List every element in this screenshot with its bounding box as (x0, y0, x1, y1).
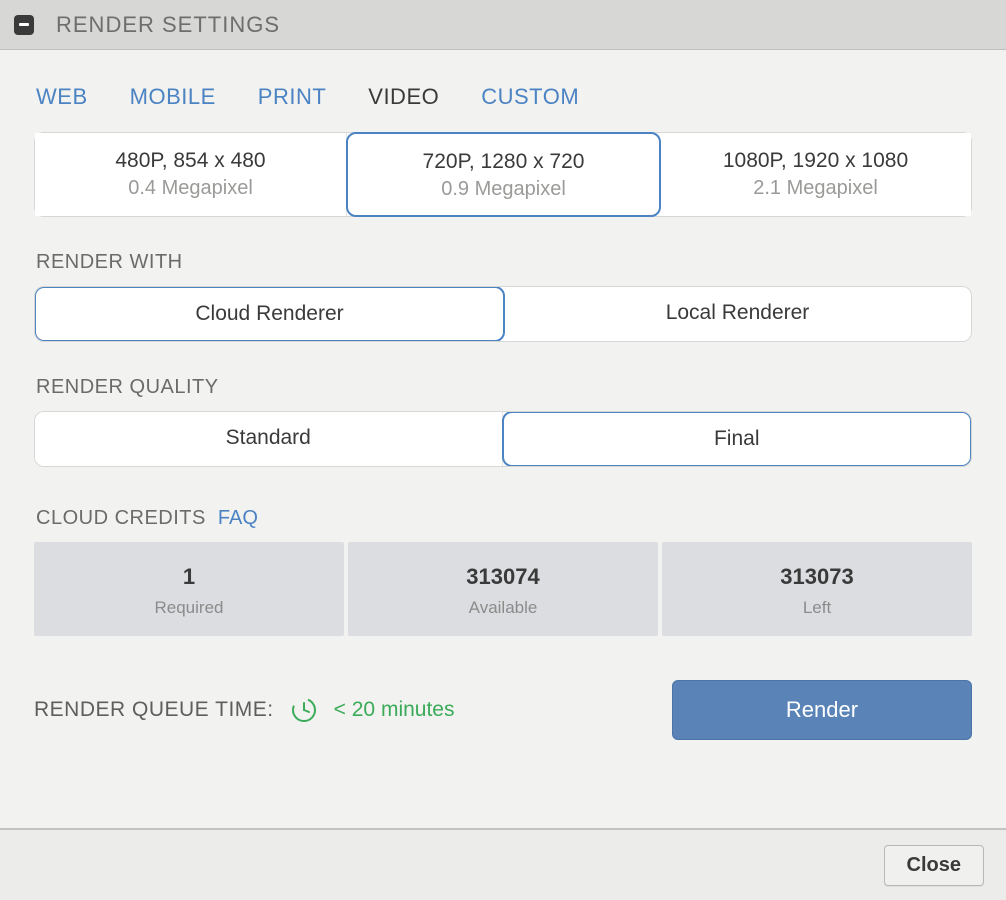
cloud-credits-header: CLOUD CREDITS FAQ (36, 507, 972, 530)
clock-icon (290, 696, 318, 724)
resolution-subtitle: 0.9 Megapixel (358, 178, 649, 201)
credits-available-caption: Available (348, 598, 658, 618)
faq-link[interactable]: FAQ (218, 507, 258, 530)
render-quality-group: Standard Final (34, 411, 972, 467)
credits-left-caption: Left (662, 598, 972, 618)
render-quality-heading: RENDER QUALITY (36, 376, 972, 399)
render-with-group: Cloud Renderer Local Renderer (34, 286, 972, 342)
render-settings-window: RENDER SETTINGS WEB MOBILE PRINT VIDEO C… (0, 0, 1006, 900)
tab-video[interactable]: VIDEO (368, 84, 439, 110)
credits-available-value: 313074 (348, 564, 658, 590)
credits-left-value: 313073 (662, 564, 972, 590)
resolution-title: 480P, 854 x 480 (45, 149, 336, 173)
quality-final-option[interactable]: Final (502, 411, 973, 467)
collapse-icon[interactable] (14, 15, 34, 35)
tab-web[interactable]: WEB (36, 84, 88, 110)
resolution-480p[interactable]: 480P, 854 x 480 0.4 Megapixel (35, 133, 347, 216)
cloud-credits-label: CLOUD CREDITS (36, 507, 206, 530)
credits-grid: 1 Required 313074 Available 313073 Left (34, 542, 972, 636)
resolution-title: 1080P, 1920 x 1080 (670, 149, 961, 173)
queue-time-value: < 20 minutes (334, 698, 455, 722)
window-title: RENDER SETTINGS (56, 12, 280, 38)
credits-left: 313073 Left (662, 542, 972, 636)
credits-required-caption: Required (34, 598, 344, 618)
credits-required: 1 Required (34, 542, 344, 636)
resolution-title: 720P, 1280 x 720 (358, 150, 649, 174)
quality-standard-option[interactable]: Standard (35, 412, 503, 466)
queue-row: RENDER QUEUE TIME: < 20 minutes Render (34, 680, 972, 740)
cloud-renderer-option[interactable]: Cloud Renderer (34, 286, 505, 342)
close-button[interactable]: Close (884, 845, 984, 886)
resolution-group: 480P, 854 x 480 0.4 Megapixel 720P, 1280… (34, 132, 972, 217)
render-button[interactable]: Render (672, 680, 972, 740)
titlebar: RENDER SETTINGS (0, 0, 1006, 50)
render-with-heading: RENDER WITH (36, 251, 972, 274)
panel-body: WEB MOBILE PRINT VIDEO CUSTOM 480P, 854 … (0, 50, 1006, 828)
tab-print[interactable]: PRINT (258, 84, 327, 110)
size-tabs: WEB MOBILE PRINT VIDEO CUSTOM (34, 84, 972, 110)
dialog-footer: Close (0, 828, 1006, 900)
queue-time-label: RENDER QUEUE TIME: (34, 698, 274, 722)
credits-required-value: 1 (34, 564, 344, 590)
resolution-1080p[interactable]: 1080P, 1920 x 1080 2.1 Megapixel (660, 133, 971, 216)
tab-custom[interactable]: CUSTOM (481, 84, 579, 110)
credits-available: 313074 Available (348, 542, 658, 636)
tab-mobile[interactable]: MOBILE (130, 84, 216, 110)
resolution-subtitle: 0.4 Megapixel (45, 177, 336, 200)
local-renderer-option[interactable]: Local Renderer (504, 287, 971, 341)
resolution-subtitle: 2.1 Megapixel (670, 177, 961, 200)
resolution-720p[interactable]: 720P, 1280 x 720 0.9 Megapixel (346, 132, 661, 217)
